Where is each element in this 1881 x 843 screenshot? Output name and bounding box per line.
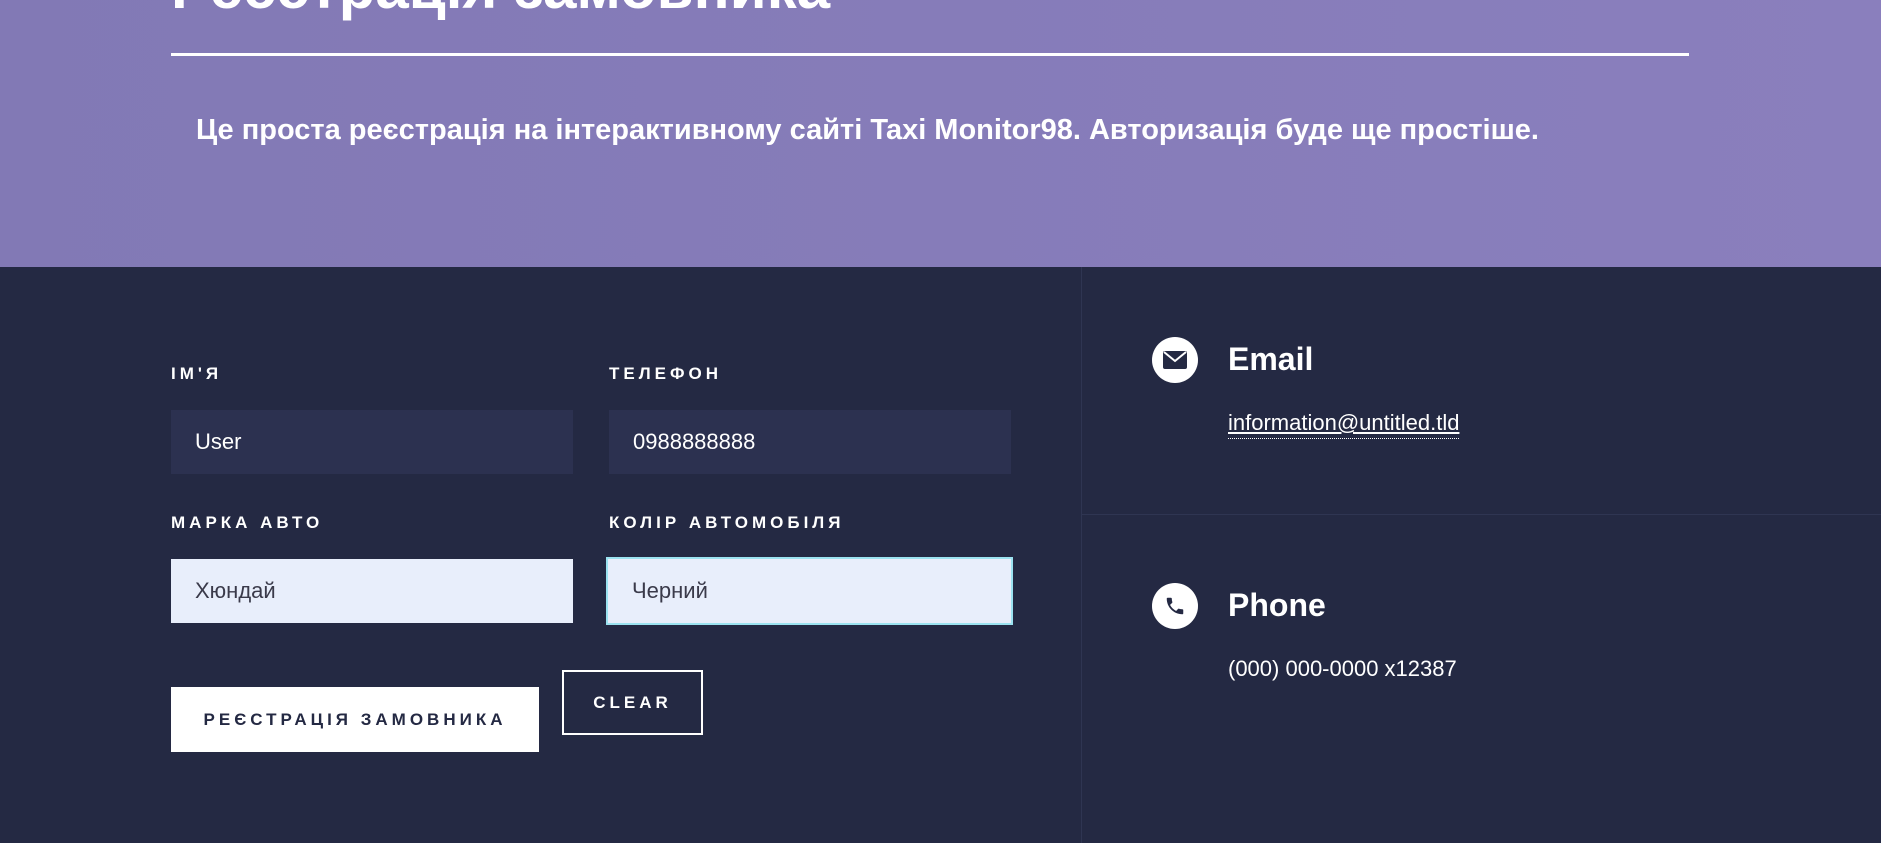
phone-title: Phone	[1228, 587, 1326, 623]
car-brand-label: МАРКА АВТО	[171, 513, 324, 532]
name-label: ІМ'Я	[171, 364, 223, 383]
name-input[interactable]	[171, 410, 573, 474]
registration-form: ІМ'Я ТЕЛЕФОН МАРКА АВТО КОЛІР АВТОМОБІЛЯ…	[0, 267, 1081, 843]
car-color-label: КОЛІР АВТОМОБІЛЯ	[609, 513, 845, 532]
phone-label: ТЕЛЕФОН	[609, 364, 722, 383]
page-banner: Реєстрація замовника Це проста реєстраці…	[0, 0, 1881, 267]
page-subtitle: Це проста реєстрація на інтерактивному с…	[196, 114, 1539, 146]
email-link[interactable]: information@untitled.tld	[1228, 410, 1460, 439]
register-customer-button[interactable]: РЕЄСТРАЦІЯ ЗАМОВНИКА	[171, 687, 539, 752]
phone-icon	[1152, 583, 1198, 629]
page-title: Реєстрація замовника	[171, 0, 830, 18]
banner-divider	[171, 53, 1689, 56]
car-color-input[interactable]	[606, 557, 1013, 625]
email-title: Email	[1228, 341, 1314, 377]
phone-contact: Phone (000) 000-0000 x12387	[1082, 515, 1881, 843]
contact-info: Email information@untitled.tld Phone (00…	[1081, 267, 1881, 843]
phone-input[interactable]	[609, 410, 1011, 474]
clear-button[interactable]: CLEAR	[562, 670, 703, 735]
car-brand-input[interactable]	[171, 559, 573, 623]
phone-number: (000) 000-0000 x12387	[1228, 656, 1457, 681]
email-contact: Email information@untitled.tld	[1082, 267, 1881, 514]
envelope-icon	[1152, 337, 1198, 383]
